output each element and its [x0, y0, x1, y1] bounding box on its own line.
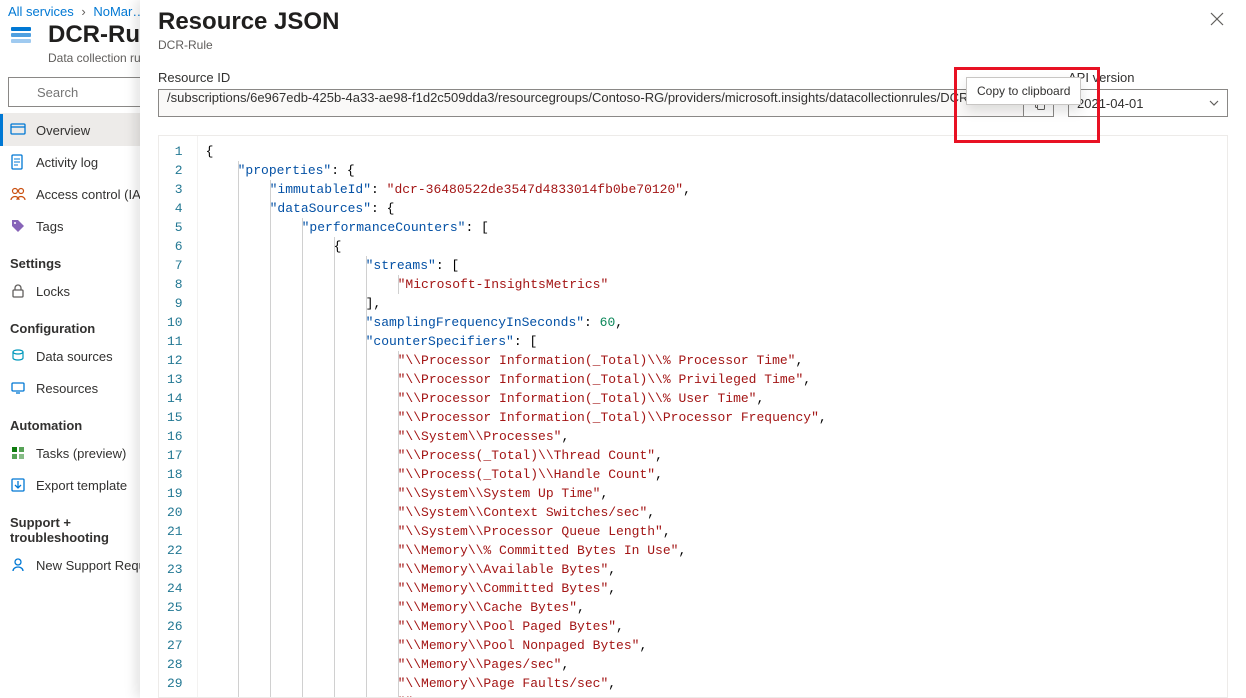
- tasks-icon: [10, 445, 26, 461]
- breadcrumb-link-nomar[interactable]: NoMar…: [93, 4, 145, 19]
- sidebar-item-label: Tasks (preview): [36, 446, 126, 461]
- lock-icon: [10, 283, 26, 299]
- data-collection-rule-icon: [8, 21, 36, 49]
- api-version-select[interactable]: 2021-04-01: [1068, 89, 1228, 117]
- activity-icon: [10, 154, 26, 170]
- overview-icon: [10, 122, 26, 138]
- pane-subtitle: DCR-Rule: [158, 38, 339, 52]
- close-icon[interactable]: [1206, 8, 1228, 30]
- editor-gutter: 1234567891011121314151617181920212223242…: [159, 136, 198, 697]
- copy-tooltip: Copy to clipboard: [966, 77, 1081, 105]
- tags-icon: [10, 218, 26, 234]
- chevron-down-icon: [1209, 98, 1219, 108]
- api-version-label: API version: [1068, 70, 1228, 85]
- editor-code: {"properties": {"immutableId": "dcr-3648…: [198, 136, 1227, 697]
- json-editor[interactable]: 1234567891011121314151617181920212223242…: [158, 135, 1228, 698]
- datasources-icon: [10, 348, 26, 364]
- search-input[interactable]: [8, 77, 161, 107]
- pane-title: Resource JSON: [158, 8, 339, 36]
- sidebar-item-label: Locks: [36, 284, 70, 299]
- sidebar-item-label: Data sources: [36, 349, 113, 364]
- chevron-right-icon: ›: [81, 4, 85, 19]
- sidebar-item-label: Tags: [36, 219, 63, 234]
- sidebar-item-label: Activity log: [36, 155, 98, 170]
- support-icon: [10, 557, 26, 573]
- resource-id-label: Resource ID: [158, 70, 1054, 85]
- resources-icon: [10, 380, 26, 396]
- sidebar-item-label: Overview: [36, 123, 90, 138]
- api-version-value: 2021-04-01: [1077, 96, 1144, 111]
- sidebar-item-label: Access control (IAM): [36, 187, 156, 202]
- sidebar-item-label: Resources: [36, 381, 98, 396]
- breadcrumb-link-all-services[interactable]: All services: [8, 4, 74, 19]
- resource-id-value[interactable]: /subscriptions/6e967edb-425b-4a33-ae98-f…: [158, 89, 1024, 117]
- access-icon: [10, 186, 26, 202]
- export-icon: [10, 477, 26, 493]
- sidebar-item-label: Export template: [36, 478, 127, 493]
